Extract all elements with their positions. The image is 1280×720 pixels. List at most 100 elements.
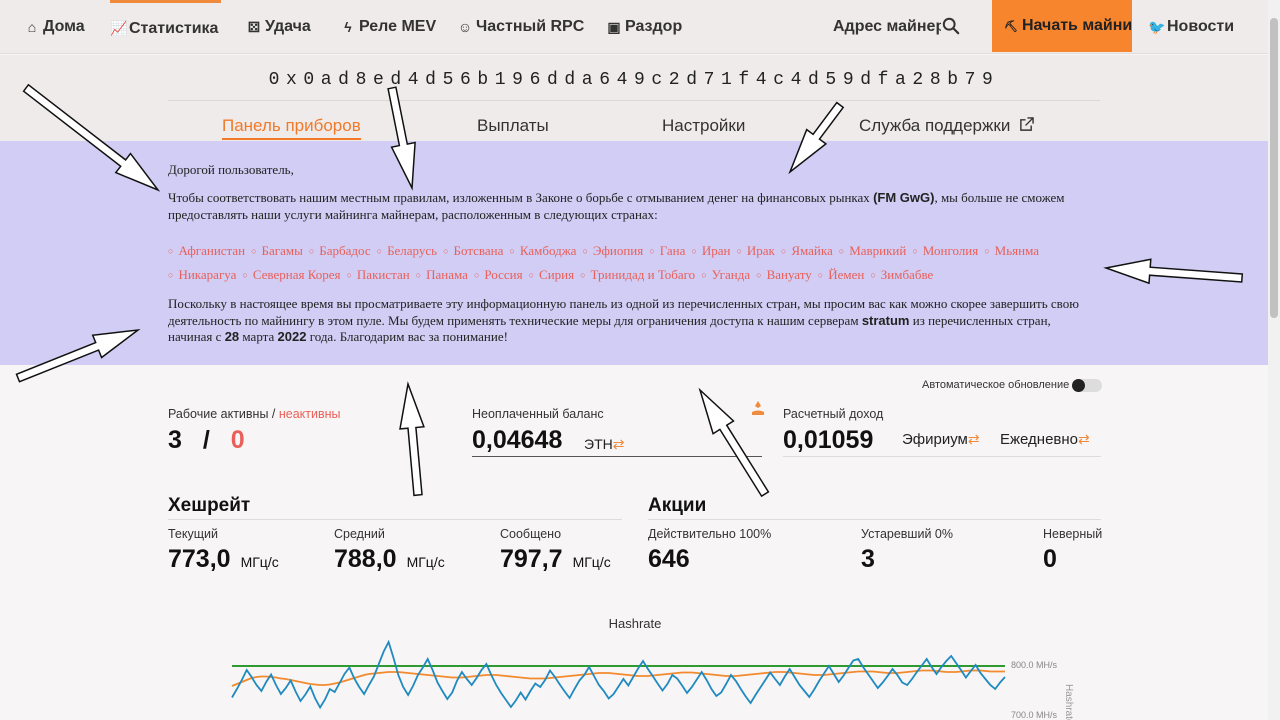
country-link[interactable]: Ботсвана xyxy=(443,239,504,263)
nav-mev[interactable]: ϟ Реле MEV xyxy=(340,0,436,54)
country-link[interactable]: Россия xyxy=(474,263,522,287)
swap-icon: ⇄ xyxy=(612,436,625,452)
country-link[interactable]: Камбоджа xyxy=(509,239,577,263)
hashrate-current-label: Текущий xyxy=(168,527,218,541)
country-link[interactable]: Монголия xyxy=(912,239,978,263)
country-list: АфганистанБагамыБарбадос БеларусьБотсвана… xyxy=(168,239,1100,287)
miner-address-input[interactable]: Адрес майнера xyxy=(833,0,941,54)
auto-update-toggle[interactable] xyxy=(1072,379,1102,392)
shares-stale-value: 3 xyxy=(861,545,875,573)
chart-icon: 📈 xyxy=(110,20,128,36)
nav-rpc[interactable]: ☺ Частный RPC xyxy=(457,0,584,54)
mining-icon: ⛏ xyxy=(1004,20,1018,33)
country-link[interactable]: Эфиопия xyxy=(582,239,643,263)
hashrate-average: 788,0 МГц/с xyxy=(334,545,445,574)
balance-unit[interactable]: ЭТН⇄ xyxy=(584,436,624,453)
dashboard-header xyxy=(0,55,1268,141)
bolt-icon: ϟ xyxy=(344,19,352,35)
shares-title: Акции xyxy=(648,495,707,516)
home-icon: ⌂ xyxy=(27,19,37,35)
workers-inactive-label: неактивны xyxy=(278,407,341,421)
nav-luck[interactable]: ⚄ Удача xyxy=(246,0,311,54)
tab-settings-label: Настройки xyxy=(662,116,746,135)
income-period[interactable]: Ежедневно⇄ xyxy=(1000,431,1090,448)
hashrate-reported-label: Сообщено xyxy=(500,527,562,541)
income-currency[interactable]: Эфириум⇄ xyxy=(902,431,980,448)
country-link[interactable]: Гана xyxy=(649,239,686,263)
scrollbar[interactable] xyxy=(1268,0,1280,720)
hashrate-divider xyxy=(168,519,622,520)
divider xyxy=(168,100,1100,101)
nav-news[interactable]: 🐦 Новости xyxy=(1148,0,1234,54)
tab-dashboard-label: Панель приборов xyxy=(222,116,361,135)
sanctions-notice: Дорогой пользователь, Чтобы соответствов… xyxy=(0,141,1268,365)
notice-p1-text: Чтобы соответствовать нашим местным прав… xyxy=(168,190,870,205)
payout-hand-icon[interactable] xyxy=(750,400,766,418)
search-icon[interactable] xyxy=(942,17,960,35)
income-label: Расчетный доход xyxy=(783,407,884,421)
country-link[interactable]: Вануату xyxy=(756,263,812,287)
notice-paragraph-1: Чтобы соответствовать нашим местным прав… xyxy=(168,190,1098,223)
scrollbar-thumb[interactable] xyxy=(1270,18,1278,318)
country-link[interactable]: Барбадос xyxy=(309,239,370,263)
tab-payouts[interactable]: Выплаты xyxy=(477,116,549,136)
notice-p2-text-4: года. Благодарим вас за понимание! xyxy=(309,329,508,344)
balance-label: Неоплаченный баланс xyxy=(472,407,604,421)
country-link[interactable]: Уганда xyxy=(701,263,751,287)
hashrate-average-value: 788,0 xyxy=(334,545,397,573)
country-link[interactable]: Северная Корея xyxy=(242,263,341,287)
income-value: 0,01059 xyxy=(783,426,874,454)
country-link[interactable]: Багамы xyxy=(251,239,303,263)
country-link[interactable]: Ямайка xyxy=(781,239,832,263)
income-period-label: Ежедневно xyxy=(1000,431,1079,448)
country-link[interactable]: Афганистан xyxy=(168,239,245,263)
country-link[interactable]: Панама xyxy=(416,263,468,287)
tab-support[interactable]: Служба поддержки xyxy=(859,116,1034,136)
country-link[interactable]: Маврикий xyxy=(839,239,906,263)
shares-divider xyxy=(648,519,1101,520)
country-link[interactable]: Сирия xyxy=(529,263,574,287)
y-tick-label: 800.0 MH/s xyxy=(1011,660,1058,670)
country-link[interactable]: Ирак xyxy=(736,239,775,263)
country-link[interactable]: Тринидад и Тобаго xyxy=(580,263,696,287)
tab-dashboard[interactable]: Панель приборов xyxy=(222,116,361,140)
workers-active-count: 3 xyxy=(168,426,182,454)
toggle-knob xyxy=(1072,379,1085,392)
country-link[interactable]: Мьянма xyxy=(984,239,1039,263)
notice-greeting: Дорогой пользователь, xyxy=(168,162,294,177)
nav-home[interactable]: ⌂ Дома xyxy=(24,0,85,54)
notice-p2-bold-day: 28 xyxy=(224,329,240,344)
country-link[interactable]: Йемен xyxy=(818,263,864,287)
country-link[interactable]: Никарагуа xyxy=(168,263,236,287)
twitter-icon: 🐦 xyxy=(1148,18,1166,35)
notice-paragraph-2: Поскольку в настоящее время вы просматри… xyxy=(168,296,1098,346)
y-tick-label: 700.0 MH/s xyxy=(1011,710,1058,720)
country-link[interactable]: Беларусь xyxy=(377,239,437,263)
balance-underline xyxy=(472,456,762,457)
nav-discord[interactable]: ▣ Раздор xyxy=(606,0,682,54)
start-mining-label: Начать майнинг xyxy=(1021,17,1132,34)
balance-unit-label: ЭТН xyxy=(584,436,613,452)
country-link[interactable]: Пакистан xyxy=(346,263,410,287)
nav-news-label: Новости xyxy=(1167,18,1235,35)
nav-discord-label: Раздор xyxy=(625,18,683,35)
notice-p2-text-3: марта xyxy=(242,329,275,344)
nav-mev-label: Реле MEV xyxy=(359,18,437,35)
hashrate-average-label: Средний xyxy=(334,527,385,541)
hashrate-reported: 797,7 МГц/с xyxy=(500,545,611,574)
y-axis-label: Hashrate xyxy=(1063,684,1074,720)
start-mining-button[interactable]: ⛏Начать майнинг xyxy=(992,0,1132,52)
nav-stats[interactable]: 📈 Статистика xyxy=(110,0,221,54)
annotation-arrow xyxy=(399,381,425,497)
balance-value: 0,04648 xyxy=(472,426,562,455)
hashrate-chart[interactable]: 800.0 MH/s 700.0 MH/s Hashrate xyxy=(210,640,1090,720)
balance-amount: 0,04648 xyxy=(472,426,563,454)
top-nav: ⌂ Дома 📈 Статистика ⚄ Удача ϟ Реле MEV ☺ Част… xyxy=(0,0,1268,54)
income-currency-label: Эфириум xyxy=(902,431,968,448)
notice-p1-bold: (FM GwG) xyxy=(873,190,935,205)
tab-settings[interactable]: Настройки xyxy=(662,116,745,136)
hashrate-unit: МГц/с xyxy=(406,554,445,570)
country-link[interactable]: Иран xyxy=(691,239,731,263)
country-link[interactable]: Зимбабве xyxy=(870,263,934,287)
hashrate-current: 773,0 МГц/с xyxy=(168,545,279,574)
